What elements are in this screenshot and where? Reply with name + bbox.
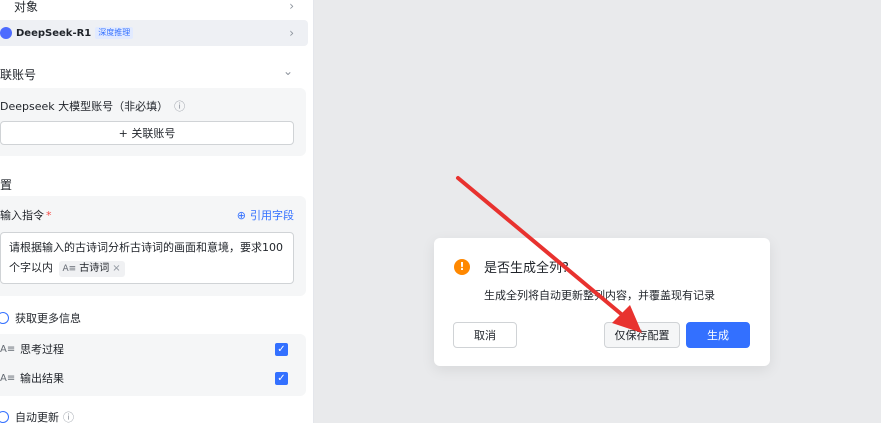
option-label: 思考过程 [20,343,64,356]
text-field-icon: A≡ [0,343,16,355]
deepseek-logo-icon [0,27,12,39]
chip-label: 古诗词 [79,263,110,274]
prompt-text: 请根据输入的古诗词分析古诗词的画面和意境，要求100个字以内 [9,241,283,274]
toggle-radio[interactable] [0,312,9,324]
more-info-label: 获取更多信息 [15,312,81,325]
text-field-icon: A≡ [62,264,77,274]
checkbox-checked[interactable]: ✓ [275,371,288,385]
object-label: 对象 [14,0,39,14]
info-icon: ⓘ [63,411,74,423]
model-badge: 深度推理 [95,27,134,39]
option-row-output[interactable]: A≡ 输出结果 ✓ [0,369,308,387]
chevron-down-icon[interactable]: ⌄ [283,64,293,78]
more-info-toggle[interactable]: 获取更多信息 [0,310,308,326]
text-field-icon: A≡ [0,372,16,384]
auto-update-label: 自动更新 [15,411,59,423]
ref-field-button[interactable]: ⊕ 引用字段 [237,207,294,223]
linked-account-section-title: 联账号 [0,68,37,82]
chevron-right-icon: › [289,26,294,40]
dialog-body: 生成全列将自动更新整列内容，并覆盖现有记录 [484,289,715,302]
link-account-button[interactable]: + 关联账号 [0,121,294,145]
model-name: DeepSeek-R1 [16,27,92,39]
field-config-panel: 对象 › DeepSeek-R1 深度推理 › 联账号 ⌄ Deepseek 大… [0,0,314,423]
auto-update-toggle[interactable]: 自动更新 ⓘ [0,409,308,423]
checkbox-checked[interactable]: ✓ [275,342,288,356]
object-row[interactable]: 对象 › [0,0,308,18]
option-row-thinking[interactable]: A≡ 思考过程 ✓ [0,340,308,358]
info-icon: ⓘ [174,100,186,113]
option-label: 输出结果 [20,372,64,385]
ref-field-label: 引用字段 [250,209,294,222]
account-field-label: Deepseek 大模型账号（非必填） [0,100,169,113]
model-selector[interactable]: DeepSeek-R1 深度推理 › [0,20,308,46]
generate-confirm-dialog: ! 是否生成全列? 生成全列将自动更新整列内容，并覆盖现有记录 取消 仅保存配置… [434,238,770,366]
required-mark: * [46,208,52,222]
generate-button[interactable]: 生成 [686,322,750,348]
save-config-only-button[interactable]: 仅保存配置 [604,322,680,348]
warning-icon: ! [454,259,470,275]
cancel-button[interactable]: 取消 [453,322,517,348]
instruction-input[interactable]: 请根据输入的古诗词分析古诗词的画面和意境，要求100个字以内 A≡ 古诗词 × [0,232,294,284]
dialog-title: 是否生成全列? [484,261,569,276]
toggle-radio[interactable] [0,411,9,423]
add-circle-icon: ⊕ [236,208,246,222]
field-chip[interactable]: A≡ 古诗词 × [58,261,125,277]
close-icon[interactable]: × [112,261,120,277]
chevron-right-icon: › [289,0,294,13]
settings-section-title: 置 [0,178,13,192]
instruction-label: 输入指令 [0,209,44,222]
